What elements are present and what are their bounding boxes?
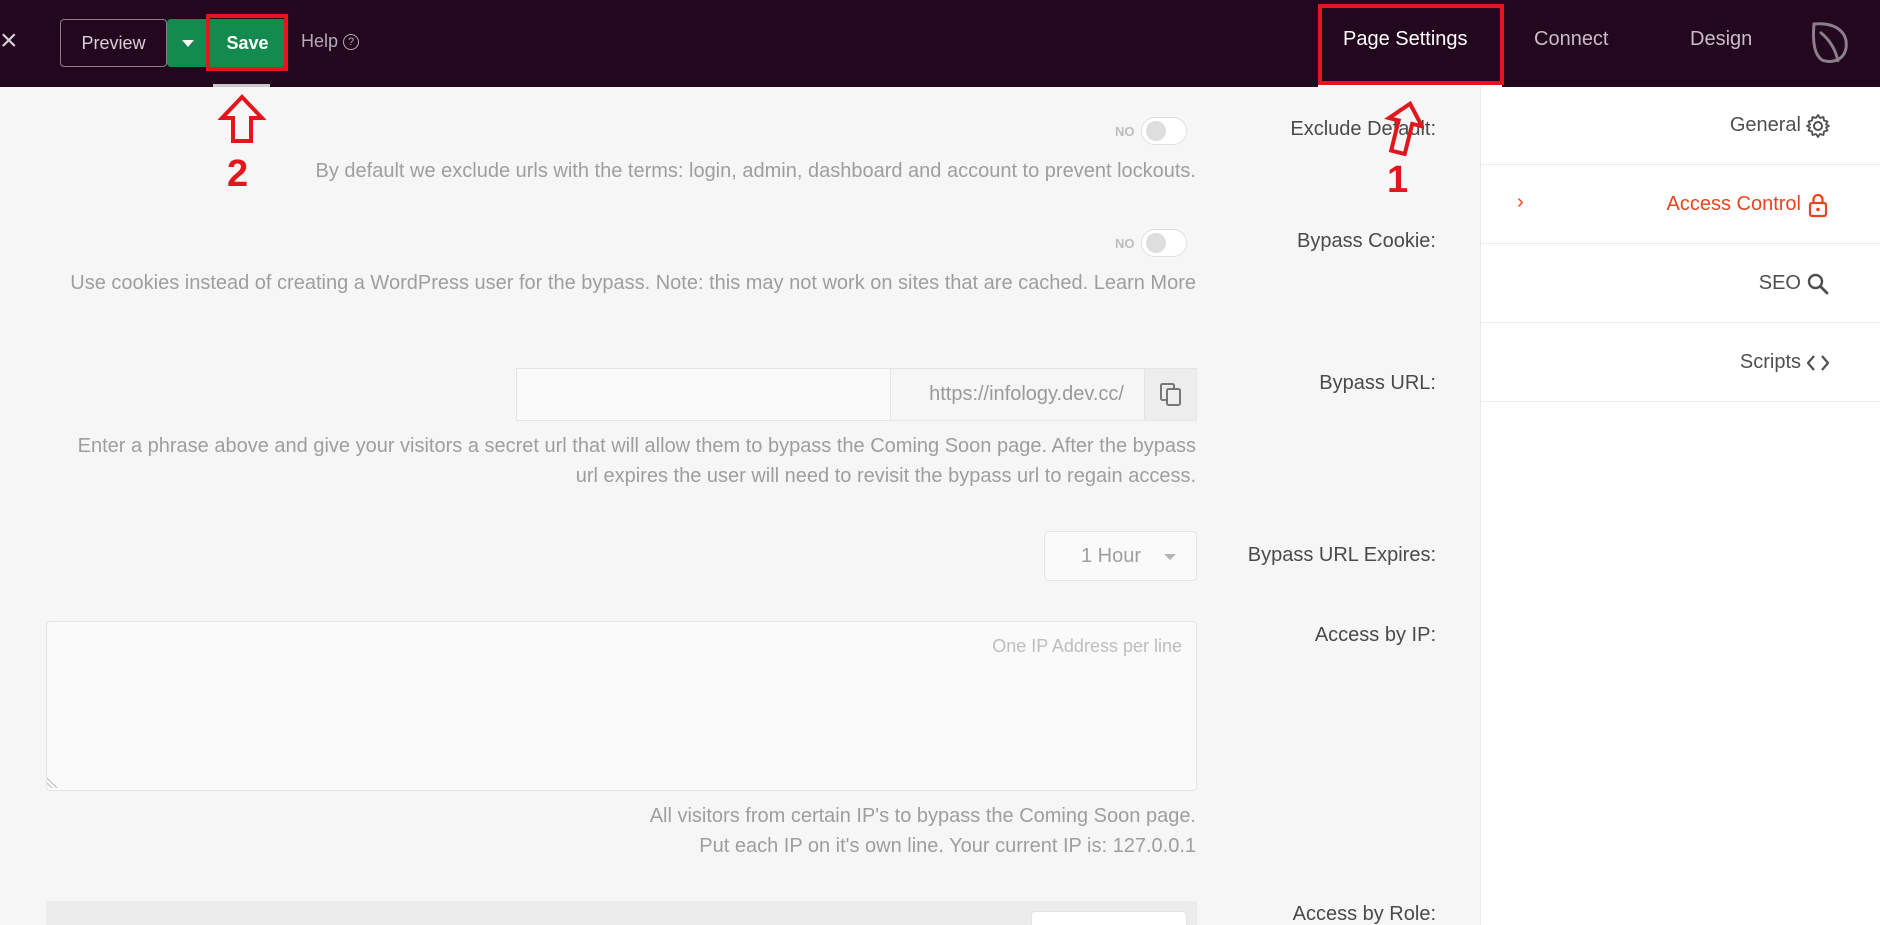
toggle-track	[1141, 229, 1187, 257]
tab-design[interactable]: Design	[1690, 28, 1752, 51]
sidebar-item-label: General	[1729, 114, 1801, 136]
annotation-box-page-settings	[1318, 4, 1504, 85]
exclude-default-toggle[interactable]: NO	[1115, 116, 1187, 146]
bypass-url-expires-label: Bypass URL Expires:	[1247, 544, 1436, 566]
help-link[interactable]: Help ?	[301, 31, 360, 52]
chevron-down-icon	[1164, 554, 1176, 560]
toggle-track	[1141, 117, 1187, 145]
sidebar-item-label: Scripts	[1739, 351, 1801, 373]
bypass-url-prefix: https://infology.dev.cc/	[891, 368, 1145, 421]
chevron-right-icon: ›	[1517, 191, 1524, 213]
sidebar-item-label: SEO	[1758, 272, 1801, 294]
tab-connect[interactable]: Connect	[1534, 28, 1609, 51]
code-icon	[1805, 350, 1831, 376]
access-by-ip-help-1: All visitors from certain IP's to bypass…	[649, 805, 1196, 827]
save-options-dropdown[interactable]	[167, 19, 209, 67]
toggle-knob	[1146, 121, 1166, 141]
access-by-ip-help-2: Put each IP on it's own line. Your curre…	[699, 835, 1196, 857]
bypass-url-help: Enter a phrase above and give your visit…	[77, 435, 1196, 487]
gear-icon	[1805, 113, 1831, 139]
toggle-state-label: NO	[1115, 124, 1135, 139]
copy-icon	[1159, 382, 1181, 406]
copy-url-button[interactable]	[1145, 368, 1197, 421]
sidebar-item-general[interactable]: General	[1481, 87, 1880, 165]
sidebar-item-scripts[interactable]: Scripts	[1481, 324, 1880, 402]
save-underline	[213, 84, 270, 87]
bypass-url-input[interactable]	[516, 368, 891, 421]
close-icon[interactable]: ×	[0, 26, 18, 56]
bypass-cookie-toggle[interactable]: NO	[1115, 228, 1187, 258]
access-by-role-label: Access by Role:	[1292, 903, 1436, 925]
resize-handle-icon[interactable]	[47, 776, 59, 788]
seedprod-leaf-icon	[1812, 22, 1848, 63]
lock-icon	[1805, 192, 1831, 218]
annotation-number-1: 1	[1387, 159, 1409, 201]
toggle-state-label: NO	[1115, 236, 1135, 251]
bypass-url-group: https://infology.dev.cc/	[516, 368, 1197, 421]
sidebar-item-label: Access Control	[1666, 193, 1802, 215]
question-circle-icon: ?	[343, 33, 360, 50]
sidebar-item-access-control[interactable]: › Access Control	[1481, 166, 1880, 244]
annotation-arrow-up-icon	[1384, 100, 1424, 156]
exclude-default-help: By default we exclude urls with the term…	[315, 160, 1197, 182]
search-icon	[1805, 271, 1831, 297]
select-value: 1 Hour	[1081, 544, 1142, 567]
annotation-number-2: 2	[227, 153, 249, 195]
access-by-ip-label: Access by IP:	[1314, 624, 1436, 646]
access-by-role-bar	[46, 901, 1197, 925]
bypass-url-label: Bypass URL:	[1319, 372, 1436, 394]
settings-sidebar: General › Access Control SEO Scripts	[1480, 87, 1880, 925]
bypass-cookie-help: Use cookies instead of creating a WordPr…	[70, 272, 1196, 294]
bypass-url-expires-select[interactable]: 1 Hour	[1044, 531, 1197, 581]
help-label: Help	[301, 31, 339, 51]
access-by-ip-textarea[interactable]	[46, 621, 1197, 791]
preview-button[interactable]: Preview	[60, 19, 167, 67]
toggle-knob	[1146, 233, 1166, 253]
annotation-box-save	[206, 14, 288, 71]
annotation-arrow-up-icon	[218, 94, 266, 143]
bypass-cookie-label: Bypass Cookie:	[1297, 230, 1436, 252]
access-by-role-button[interactable]	[1031, 911, 1187, 925]
sidebar-item-seo[interactable]: SEO	[1481, 245, 1880, 323]
chevron-down-icon	[182, 39, 194, 47]
